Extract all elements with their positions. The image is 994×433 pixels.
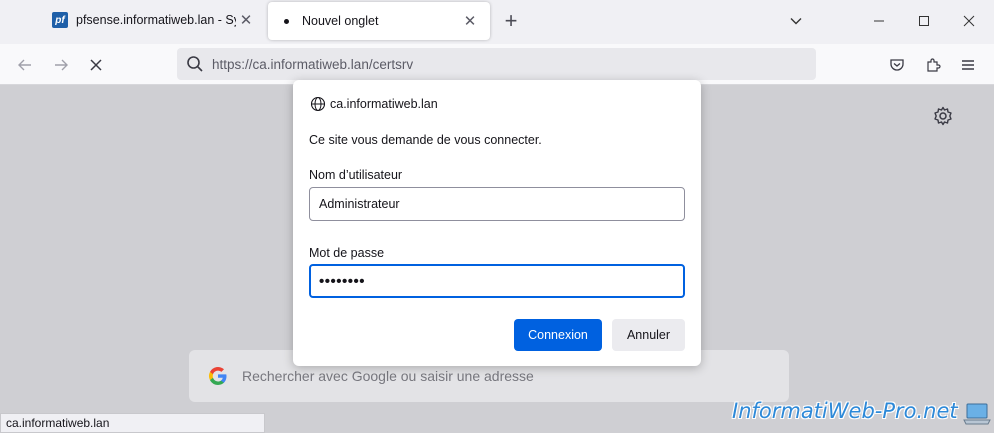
password-field[interactable]: •••••••• <box>309 264 685 298</box>
dialog-message: Ce site vous demande de vous connecter. <box>309 133 542 147</box>
cancel-button[interactable]: Annuler <box>612 319 685 351</box>
stop-loading-icon[interactable] <box>82 51 110 79</box>
login-dialog: ca.informatiweb.lan Ce site vous demande… <box>293 80 701 366</box>
watermark-text: InformatiWeb-Pro.net <box>732 399 958 423</box>
password-label: Mot de passe <box>309 246 385 260</box>
url-bar[interactable]: https://ca.informatiweb.lan/certsrv <box>177 48 816 80</box>
tab-title: pfsense.informatiweb.lan - Syst <box>76 13 236 27</box>
navigation-toolbar: https://ca.informatiweb.lan/certsrv <box>0 44 994 85</box>
google-icon <box>209 367 227 385</box>
login-button[interactable]: Connexion <box>514 319 602 351</box>
tab-strip: pf pfsense.informatiweb.lan - Syst ✕ Nou… <box>0 0 994 44</box>
chevron-down-icon[interactable] <box>783 8 809 34</box>
status-bar: ca.informatiweb.lan <box>0 413 265 433</box>
laptop-icon <box>963 403 991 425</box>
url-text: https://ca.informatiweb.lan/certsrv <box>212 56 414 72</box>
pfsense-icon-glyph: pf <box>52 12 68 28</box>
close-icon[interactable]: ✕ <box>236 10 256 30</box>
dot-icon <box>278 13 294 29</box>
username-field[interactable]: Administrateur <box>309 187 685 221</box>
search-icon <box>187 56 203 72</box>
username-label: Nom d’utilisateur <box>309 168 403 182</box>
close-window-icon[interactable] <box>956 8 982 34</box>
globe-icon <box>310 96 326 112</box>
new-tab-button[interactable]: + <box>498 8 524 34</box>
dialog-header: ca.informatiweb.lan <box>310 96 438 112</box>
pocket-icon[interactable] <box>883 51 911 79</box>
dialog-host: ca.informatiweb.lan <box>330 97 438 111</box>
forward-icon[interactable] <box>47 51 75 79</box>
tab-new[interactable]: Nouvel onglet ✕ <box>268 2 490 40</box>
menu-icon[interactable] <box>954 51 982 79</box>
maximize-icon[interactable] <box>911 8 937 34</box>
close-icon[interactable]: ✕ <box>460 11 480 31</box>
tab-title: Nouvel onglet <box>302 14 379 28</box>
extensions-icon[interactable] <box>919 51 947 79</box>
back-icon[interactable] <box>11 51 39 79</box>
tab-pfsense[interactable]: pf pfsense.informatiweb.lan - Syst ✕ <box>42 0 266 40</box>
gear-icon[interactable] <box>932 105 954 127</box>
pfsense-icon: pf <box>52 12 68 28</box>
minimize-icon[interactable] <box>866 8 892 34</box>
search-placeholder: Rechercher avec Google ou saisir une adr… <box>242 368 534 384</box>
